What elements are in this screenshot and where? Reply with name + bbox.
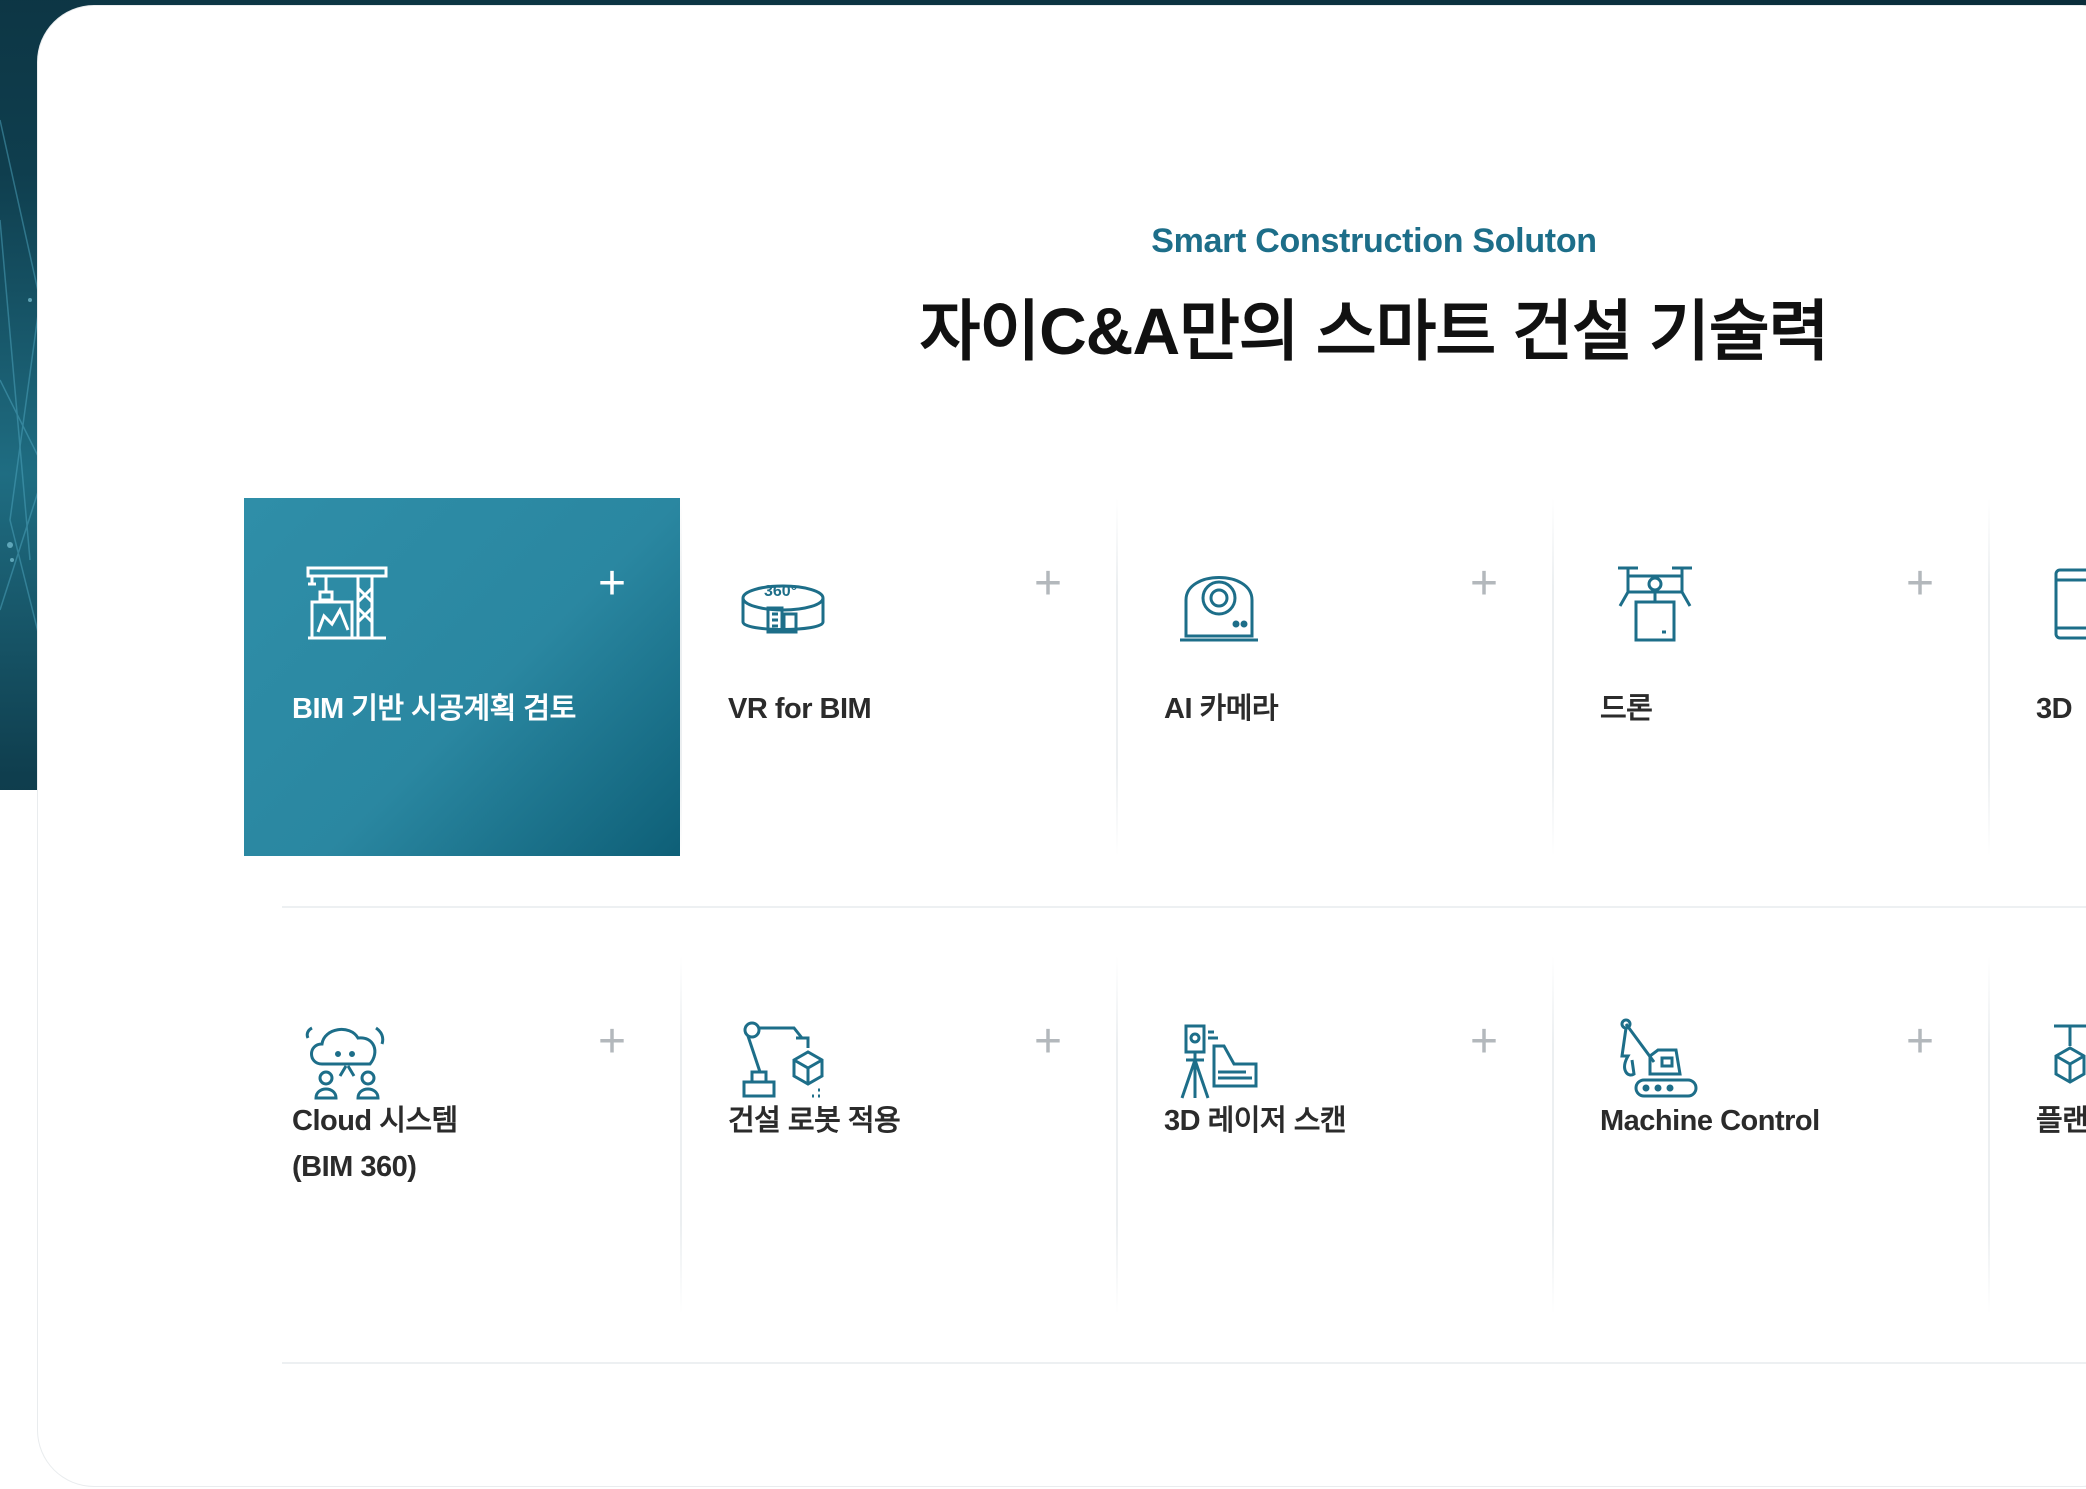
card-bim-planning[interactable]: + BIM 기반 시공계획 검토 [244,498,680,856]
card-label: 3D [2036,693,2073,725]
expand-plus-icon[interactable]: + [1906,560,1934,608]
expand-plus-icon[interactable]: + [1034,1018,1062,1066]
card-label: Cloud 시스템 (BIM 360) [292,1105,458,1183]
svg-text:360°: 360° [764,583,797,600]
plant-icon [2054,1024,2086,1084]
main-panel: Smart Construction Soluton 자이C&A만의 스마트 건… [38,6,2086,1486]
card-label: 건설 로봇 적용 [728,1105,901,1137]
row-divider [282,906,2086,908]
vr-360-icon: 360° [741,583,825,634]
laser-scanner-icon [1180,1024,1258,1099]
card-vr-for-bim[interactable]: 360° + VR for BIM [680,498,1116,856]
tablet-icon [2054,568,2086,640]
excavator-icon [1620,1018,1698,1098]
expand-plus-icon[interactable]: + [1034,560,1062,608]
section-title: 자이C&A만의 스마트 건설 기술력 [919,294,1830,368]
card-label: 3D 레이저 스캔 [1164,1105,1347,1137]
row-divider [282,1362,2086,1364]
divider [1116,498,1118,856]
divider [680,956,682,1314]
expand-plus-icon[interactable]: + [598,560,626,608]
card-cloud-system[interactable]: + Cloud 시스템 (BIM 360) [244,956,680,1314]
card-label: 플랜 [2036,1105,2086,1137]
divider [1116,956,1118,1314]
card-label: Machine Control [1600,1105,1820,1137]
section-subtitle: Smart Construction Soluton [1151,222,1597,260]
divider [1988,956,1990,1314]
card-machine-control[interactable]: + Machine Control [1552,956,1988,1314]
card-label: AI 카메라 [1164,693,1279,725]
divider [680,498,682,856]
card-construction-robot[interactable]: + 건설 로봇 적용 [680,956,1116,1314]
robot-arm-icon [742,1021,824,1098]
card-3d[interactable]: 3D [1988,498,2086,856]
cloud-icon [305,1026,385,1100]
divider [1988,498,1990,856]
camera-icon [1180,576,1258,642]
divider [1552,498,1554,856]
divider [1552,956,1554,1314]
card-label: BIM 기반 시공계획 검토 [292,693,576,725]
card-label: VR for BIM [728,693,872,725]
card-3d-laser-scan[interactable]: + 3D 레이저 스캔 [1116,956,1552,1314]
card-plant[interactable]: 플랜 [1988,956,2086,1314]
expand-plus-icon[interactable]: + [1470,560,1498,608]
crane-icon [306,566,388,640]
expand-plus-icon[interactable]: + [1906,1018,1934,1066]
expand-plus-icon[interactable]: + [598,1018,626,1066]
card-label: 드론 [1600,693,1653,725]
card-ai-camera[interactable]: + AI 카메라 [1116,498,1552,856]
expand-plus-icon[interactable]: + [1470,1018,1498,1066]
card-drone[interactable]: + 드론 [1552,498,1988,856]
drone-icon [1618,566,1692,642]
